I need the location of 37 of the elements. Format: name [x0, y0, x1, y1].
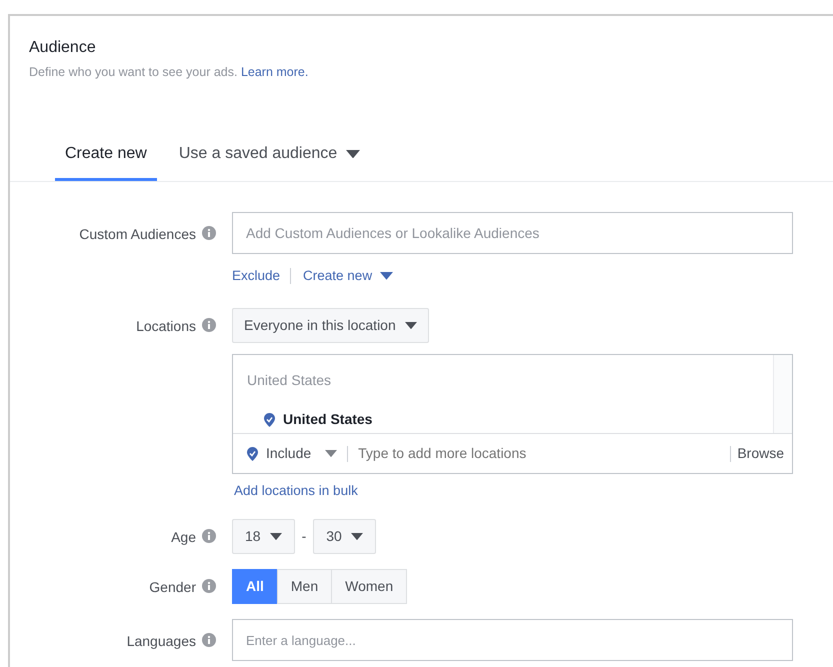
browse-link[interactable]: Browse — [737, 443, 784, 464]
info-icon — [202, 529, 216, 544]
gender-option[interactable]: Men — [276, 569, 332, 604]
language-field[interactable]: Enter a language... — [232, 619, 793, 662]
field-label: Locations — [136, 317, 196, 336]
location-filter-dropdown[interactable]: Everyone in this location — [232, 308, 429, 344]
caret-icon — [325, 450, 338, 458]
field-label: Age — [171, 528, 196, 548]
location-group-heading: United States — [247, 371, 332, 390]
info-icon — [202, 226, 216, 240]
info-icon — [202, 318, 216, 332]
caret-icon — [270, 533, 282, 540]
range-separator: - — [302, 527, 306, 546]
caret-icon — [350, 533, 363, 540]
info-icon — [202, 633, 216, 648]
learn-more-link[interactable]: Learn more. — [240, 65, 308, 79]
section-title: Audience — [29, 38, 96, 58]
action-link[interactable]: Exclude — [232, 266, 280, 286]
gender-option[interactable]: All — [232, 569, 278, 604]
section-description: Define who you want to see your ads. Learn more. — [29, 64, 308, 81]
tab[interactable]: Use a saved audience — [168, 136, 370, 181]
age-min-dropdown[interactable]: 18 — [232, 519, 295, 554]
field-label: Custom Audiences — [79, 225, 196, 244]
field-label: Gender — [149, 578, 196, 598]
location-item: United States — [283, 410, 372, 430]
field-label: Languages — [126, 632, 196, 652]
location-pin-icon — [247, 446, 258, 461]
caret-icon — [404, 322, 417, 330]
location-pin-icon — [264, 412, 275, 427]
custom-audiences-field[interactable]: Add Custom Audiences or Lookalike Audiences — [232, 212, 793, 254]
age-max-dropdown[interactable]: 30 — [313, 519, 376, 554]
action-link[interactable]: Create new — [303, 266, 394, 286]
tab[interactable]: Create new — [55, 136, 157, 181]
include-dropdown[interactable]: Include — [247, 443, 338, 464]
gender-option[interactable]: Women — [331, 569, 408, 604]
bulk-locations-link[interactable]: Add locations in bulk — [234, 481, 358, 502]
info-icon — [202, 579, 216, 594]
